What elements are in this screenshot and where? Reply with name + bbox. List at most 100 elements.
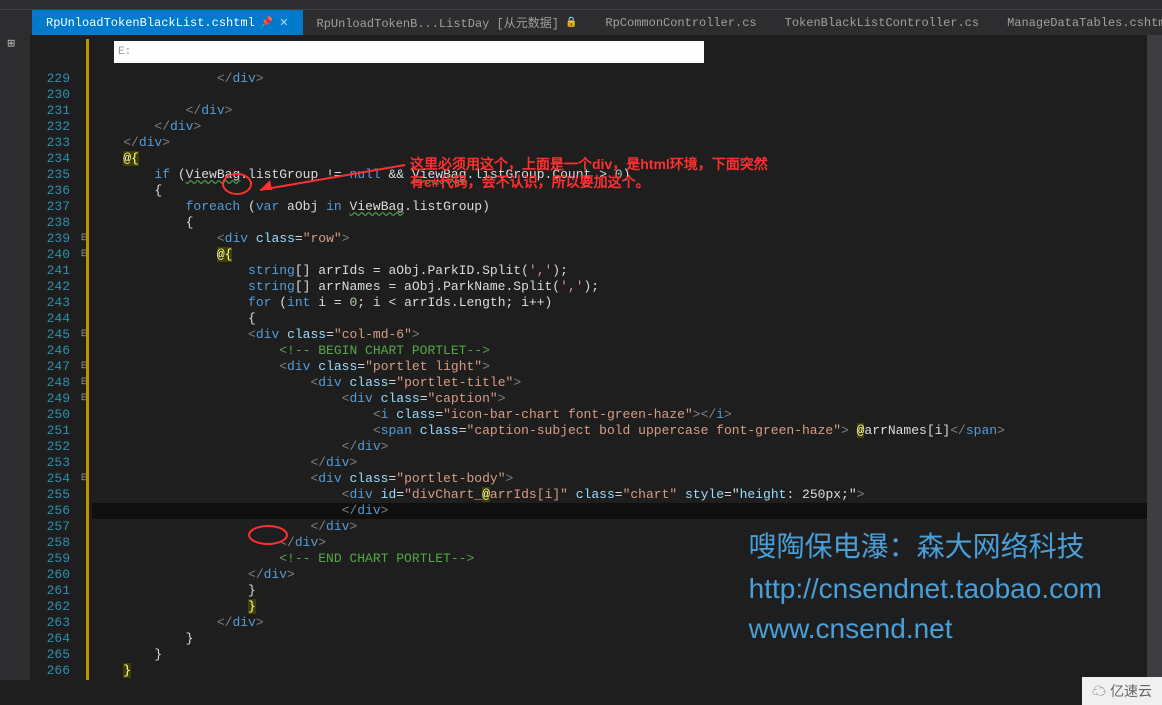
code-line-265[interactable]: } [92, 647, 1162, 663]
line-number: 264 [30, 631, 70, 647]
fold-empty [78, 135, 92, 151]
tab-3[interactable]: TokenBlackListController.cs [771, 10, 993, 35]
code-line-242[interactable]: string[] arrNames = aObj.ParkName.Split(… [92, 279, 1162, 295]
fold-empty [78, 119, 92, 135]
watermark: 嗖陶保电瀑：森大网络科技 http://cnsendnet.taobao.com… [749, 525, 1102, 645]
annotation-arrow [250, 160, 410, 200]
code-line-256[interactable]: </div> [92, 503, 1162, 519]
code-line-267[interactable]: </div> [92, 679, 1162, 680]
line-number-gutter: 2292302312322332342352362372382392402412… [30, 35, 78, 680]
fold-toggle[interactable]: ⊟ [78, 247, 92, 263]
fold-empty [78, 295, 92, 311]
line-number: 231 [30, 103, 70, 119]
code-line-248[interactable]: <div class="portlet-title"> [92, 375, 1162, 391]
fold-empty [78, 679, 92, 680]
code-line-253[interactable]: </div> [92, 455, 1162, 471]
line-number: 257 [30, 519, 70, 535]
vertical-scrollbar[interactable] [1147, 35, 1162, 705]
fold-empty [78, 151, 92, 167]
tab-4[interactable]: ManageDataTables.cshtml [993, 10, 1162, 35]
change-indicator [86, 39, 89, 680]
code-line-230[interactable] [92, 87, 1162, 103]
code-line-252[interactable]: </div> [92, 439, 1162, 455]
fold-empty [78, 167, 92, 183]
fold-empty [78, 263, 92, 279]
line-number: 262 [30, 599, 70, 615]
code-line-231[interactable]: </div> [92, 103, 1162, 119]
line-number: 230 [30, 87, 70, 103]
close-icon[interactable]: ✕ [279, 16, 288, 30]
code-line-250[interactable]: <i class="icon-bar-chart font-green-haze… [92, 407, 1162, 423]
line-number: 259 [30, 551, 70, 567]
code-line-249[interactable]: <div class="caption"> [92, 391, 1162, 407]
code-line-251[interactable]: <span class="caption-subject bold upperc… [92, 423, 1162, 439]
code-line-247[interactable]: <div class="portlet light"> [92, 359, 1162, 375]
fold-toggle[interactable]: ⊟ [78, 327, 92, 343]
tab-2[interactable]: RpCommonController.cs [591, 10, 770, 35]
line-number: 260 [30, 567, 70, 583]
watermark-line3: www.cnsend.net [749, 613, 1102, 645]
code-line-232[interactable]: </div> [92, 119, 1162, 135]
line-number: 267 [30, 679, 70, 680]
line-number: 249 [30, 391, 70, 407]
code-line-239[interactable]: <div class="row"> [92, 231, 1162, 247]
fold-empty [78, 343, 92, 359]
code-line-238[interactable]: { [92, 215, 1162, 231]
cloud-icon: ☁ [1092, 683, 1106, 699]
fold-toggle[interactable]: ⊟ [78, 231, 92, 247]
fold-empty [78, 487, 92, 503]
line-number: 239 [30, 231, 70, 247]
code-line-255[interactable]: <div id="divChart_@arrIds[i]" class="cha… [92, 487, 1162, 503]
lock-icon: 🔒 [565, 17, 577, 29]
fold-empty [78, 87, 92, 103]
line-number: 255 [30, 487, 70, 503]
line-number: 245 [30, 327, 70, 343]
fold-empty [78, 583, 92, 599]
watermark-line2: http://cnsendnet.taobao.com [749, 573, 1102, 605]
annotation-circle-1 [222, 173, 252, 195]
line-number: 240 [30, 247, 70, 263]
line-number: 252 [30, 439, 70, 455]
code-line-246[interactable]: <!-- BEGIN CHART PORTLET--> [92, 343, 1162, 359]
fold-toggle[interactable]: ⊟ [78, 359, 92, 375]
fold-empty [78, 535, 92, 551]
code-line-266[interactable]: } [92, 663, 1162, 679]
code-line-229[interactable]: </div> [92, 71, 1162, 87]
fold-toggle[interactable]: ⊟ [78, 471, 92, 487]
line-number: 237 [30, 199, 70, 215]
watermark-line1: 嗖陶保电瀑：森大网络科技 [749, 525, 1102, 565]
fold-empty [78, 183, 92, 199]
line-number: 232 [30, 119, 70, 135]
code-line-243[interactable]: for (int i = 0; i < arrIds.Length; i++) [92, 295, 1162, 311]
fold-toggle[interactable]: ⊟ [78, 391, 92, 407]
fold-empty [78, 551, 92, 567]
corner-logo: ☁ 亿速云 [1082, 677, 1162, 705]
code-line-245[interactable]: <div class="col-md-6"> [92, 327, 1162, 343]
fold-toggle[interactable]: ⊟ [78, 375, 92, 391]
fold-gutter[interactable]: ⊟⊟⊟⊟⊟⊟⊟ [78, 35, 92, 680]
line-number: 251 [30, 423, 70, 439]
main-toolbar [0, 0, 1162, 10]
line-number: 233 [30, 135, 70, 151]
pin-icon[interactable]: 📌 [261, 17, 273, 29]
left-toolbox-gutter[interactable]: ⊞ [0, 35, 30, 680]
toolbox-icon[interactable]: ⊞ [0, 35, 19, 51]
line-number: 246 [30, 343, 70, 359]
code-line-254[interactable]: <div class="portlet-body"> [92, 471, 1162, 487]
annotation-text: 这里必须用这个，上面是一个div，是html环境，下面突然 有c#代码，会不认识… [410, 155, 768, 191]
line-number: 263 [30, 615, 70, 631]
tab-1[interactable]: RpUnloadTokenB...ListDay [从元数据]🔒 [303, 10, 592, 35]
tab-0[interactable]: RpUnloadTokenBlackList.cshtml📌✕ [32, 10, 303, 35]
line-number: 258 [30, 535, 70, 551]
code-line-233[interactable]: </div> [92, 135, 1162, 151]
tab-label: ManageDataTables.cshtml [1007, 16, 1162, 30]
line-number: 242 [30, 279, 70, 295]
code-line-237[interactable]: foreach (var aObj in ViewBag.listGroup) [92, 199, 1162, 215]
line-number: 254 [30, 471, 70, 487]
breadcrumb-bar[interactable]: E: [114, 41, 704, 63]
code-line-241[interactable]: string[] arrIds = aObj.ParkID.Split(',')… [92, 263, 1162, 279]
code-line-244[interactable]: { [92, 311, 1162, 327]
tab-label: TokenBlackListController.cs [785, 16, 979, 30]
code-line-240[interactable]: @{ [92, 247, 1162, 263]
fold-empty [78, 423, 92, 439]
